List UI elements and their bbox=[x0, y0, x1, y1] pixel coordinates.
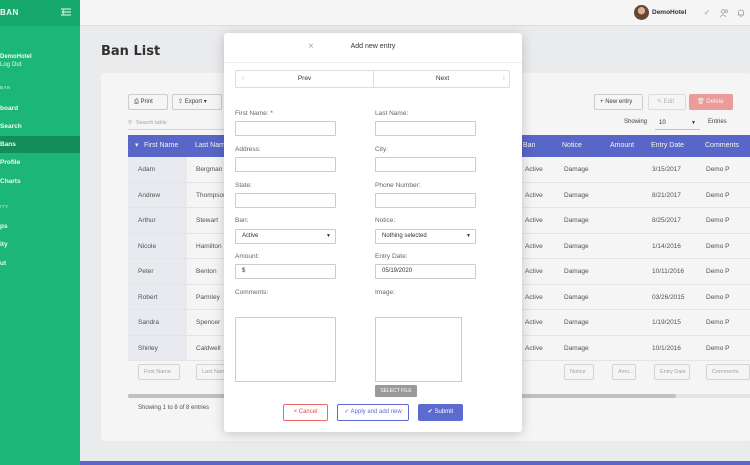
ban-select[interactable]: Active ▼ bbox=[235, 229, 336, 244]
apply-add-new-button[interactable]: ✓ Apply and add new bbox=[337, 404, 409, 421]
chevron-down-icon: ▼ bbox=[326, 233, 331, 239]
prev-label: Prev bbox=[297, 75, 312, 82]
apply-label: Apply and add new bbox=[350, 409, 402, 415]
check-circle-icon: ✓ bbox=[344, 409, 350, 415]
chevron-right-icon: › bbox=[502, 75, 505, 82]
image-preview bbox=[375, 317, 462, 382]
entry-date-field[interactable]: 05/19/2020 bbox=[375, 264, 476, 279]
ban-label: Ban: bbox=[235, 217, 249, 224]
amount-currency: $ bbox=[242, 268, 246, 274]
cancel-label: Cancel bbox=[298, 409, 318, 415]
entry-date-value: 05/19/2020 bbox=[382, 268, 413, 274]
notice-select-value: Nothing selected bbox=[382, 233, 427, 239]
prev-button[interactable]: ‹ Prev bbox=[236, 71, 373, 87]
state-field[interactable] bbox=[235, 193, 336, 208]
select-file-button[interactable]: SELECT FILE bbox=[375, 385, 417, 397]
cancel-button[interactable]: × Cancel bbox=[283, 404, 328, 421]
address-field[interactable] bbox=[235, 157, 336, 172]
city-label: City: bbox=[375, 146, 388, 153]
first-name-label: First Name: * bbox=[235, 110, 273, 117]
comments-textarea[interactable] bbox=[235, 317, 336, 382]
last-name-field[interactable] bbox=[375, 121, 476, 136]
submit-label: Submit bbox=[434, 409, 454, 415]
city-field[interactable] bbox=[375, 157, 476, 172]
modal-title: Add new entry bbox=[350, 43, 396, 50]
chevron-left-icon: ‹ bbox=[242, 75, 245, 82]
close-icon: × bbox=[293, 409, 298, 415]
image-label: Image: bbox=[375, 289, 395, 296]
notice-select[interactable]: Nothing selected ▼ bbox=[375, 229, 476, 244]
notice-label: Notice: bbox=[375, 217, 396, 224]
state-label: State: bbox=[235, 182, 252, 189]
phone-field[interactable] bbox=[375, 193, 476, 208]
ban-select-value: Active bbox=[242, 233, 259, 239]
amount-field[interactable]: $ bbox=[235, 264, 336, 279]
check-circle-icon: ✔ bbox=[427, 409, 433, 415]
first-name-field[interactable] bbox=[235, 121, 336, 136]
amount-label: Amount: bbox=[235, 253, 260, 260]
chevron-down-icon: ▼ bbox=[466, 233, 471, 239]
next-button[interactable]: Next › bbox=[374, 71, 511, 87]
comments-label: Comments: bbox=[235, 289, 269, 296]
add-entry-modal: × Add new entry ‹ Prev Next › First Name… bbox=[224, 33, 522, 432]
address-label: Address: bbox=[235, 146, 261, 153]
entry-date-label: Entry Date: bbox=[375, 253, 408, 260]
next-label: Next bbox=[435, 75, 450, 82]
last-name-label: Last Name: bbox=[375, 110, 409, 117]
record-pager: ‹ Prev Next › bbox=[235, 70, 510, 88]
modal-divider bbox=[224, 62, 522, 63]
phone-label: Phone Number: bbox=[375, 182, 421, 189]
submit-button[interactable]: ✔ Submit bbox=[418, 404, 463, 421]
